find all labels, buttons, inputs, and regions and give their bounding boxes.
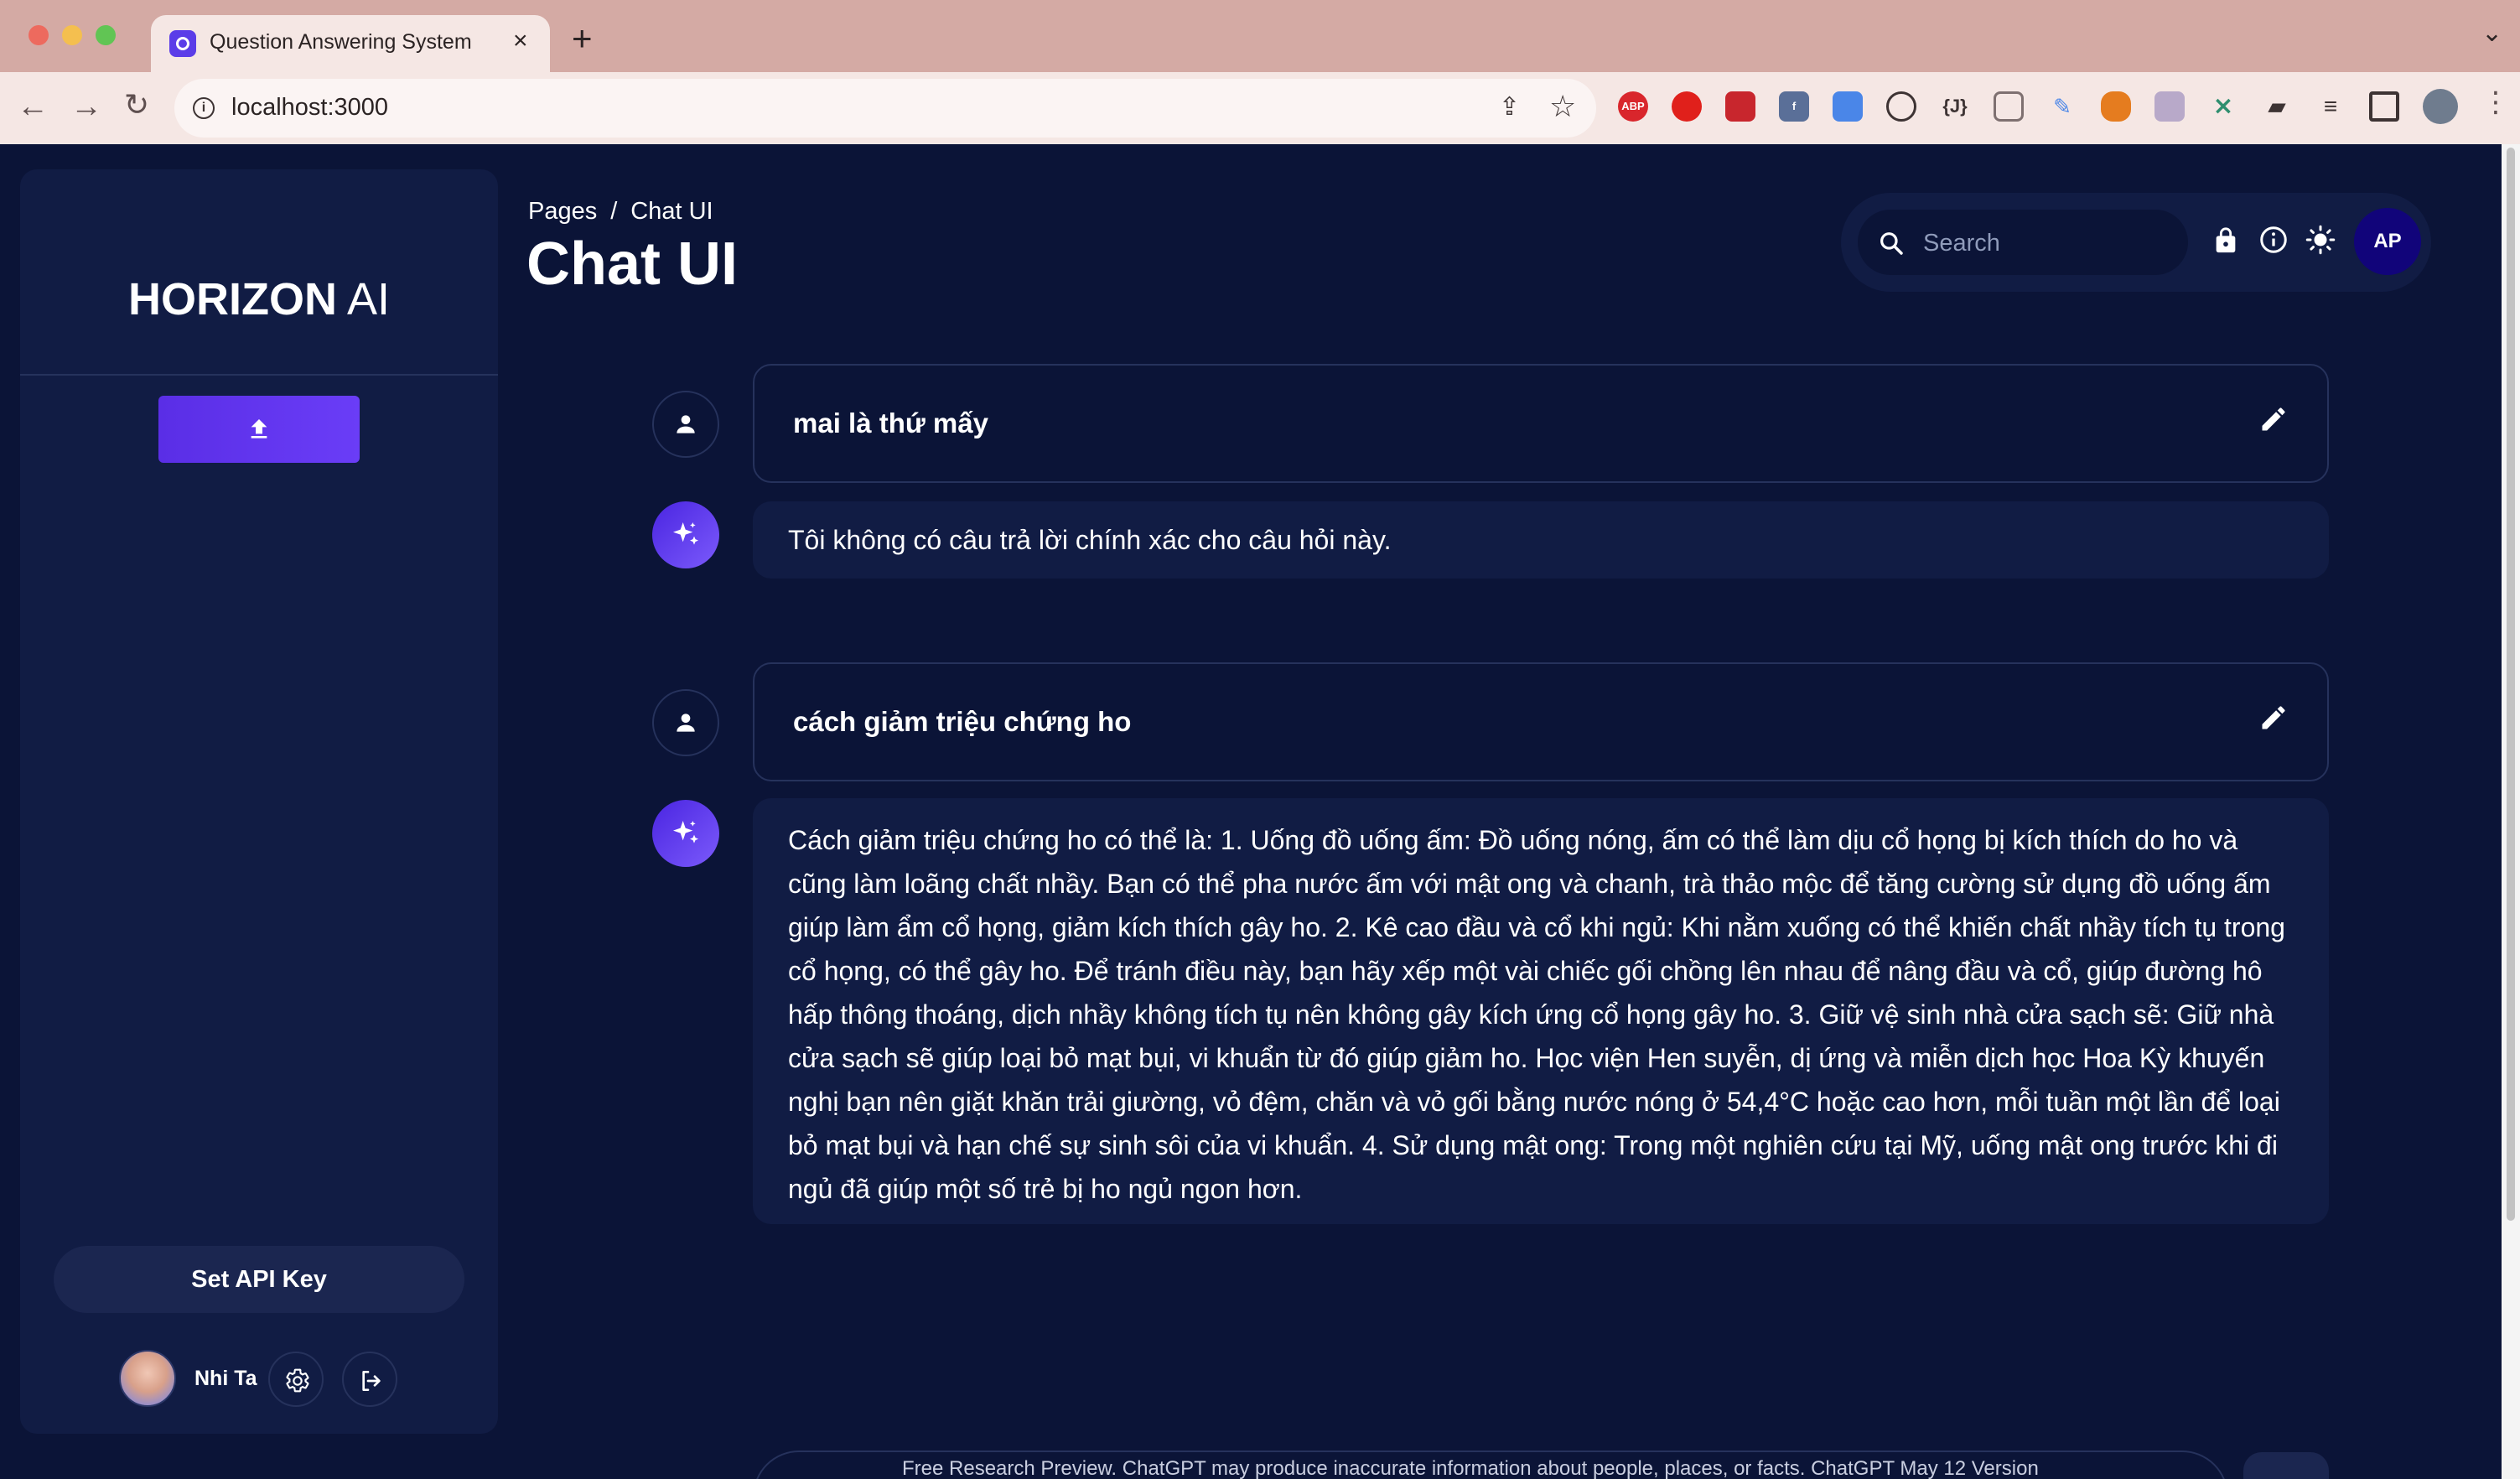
brand-name-bold: HORIZON <box>127 274 337 324</box>
scrollbar-thumb[interactable] <box>2507 148 2515 1221</box>
side-panel-icon[interactable] <box>2369 91 2399 122</box>
game-extension-icon[interactable] <box>1725 91 1755 122</box>
reload-icon[interactable]: ↻ <box>124 87 149 122</box>
upload-button[interactable] <box>158 396 360 463</box>
answer-text: Tôi không có câu trả lời chính xác cho c… <box>788 525 1392 555</box>
dev-extension-icon[interactable] <box>1886 91 1916 122</box>
question-bubble: mai là thứ mấy <box>753 364 2329 483</box>
edit-pencil-icon[interactable] <box>2258 703 2289 733</box>
sparkle-icon <box>673 821 698 843</box>
translate-extension-icon[interactable] <box>1833 91 1863 122</box>
person-icon <box>677 415 695 433</box>
user-name: Nhi Ta <box>194 1367 257 1390</box>
address-url[interactable]: localhost:3000 <box>231 94 388 122</box>
browser-toolbar: ← → ↻ i localhost:3000 ⇪ ☆ ABP f {J} ✎ ⨯… <box>0 72 2520 146</box>
search-box[interactable] <box>1858 210 2188 275</box>
facebook-extension-icon[interactable]: f <box>1779 91 1809 122</box>
browser-tab[interactable]: Question Answering System × <box>151 15 550 72</box>
new-tab-button[interactable]: + <box>572 18 593 59</box>
logout-icon <box>362 1371 381 1391</box>
code-extension-icon[interactable] <box>1994 91 2024 122</box>
address-bar[interactable]: i localhost:3000 ⇪ ☆ <box>174 79 1596 138</box>
answer-bubble: Cách giảm triệu chứng ho có thể là: 1. U… <box>753 798 2329 1224</box>
ai-message-avatar <box>652 800 719 867</box>
gear-icon <box>286 1368 309 1393</box>
search-icon <box>1880 232 1903 255</box>
brand-name-light: AI <box>347 274 391 324</box>
tab-title: Question Answering System <box>210 30 472 54</box>
upload-icon <box>251 419 267 439</box>
set-api-key-button[interactable]: Set API Key <box>54 1246 464 1313</box>
lock-icon[interactable] <box>2211 225 2240 257</box>
ublock-extension-icon[interactable] <box>1672 91 1702 122</box>
search-input[interactable] <box>1921 226 2176 260</box>
reading-list-icon[interactable]: ≡ <box>2315 91 2346 122</box>
sidebar: HORIZON AI Set API Key Nhi Ta <box>20 169 498 1434</box>
tab-favicon-icon <box>169 30 196 57</box>
edit-pencil-icon[interactable] <box>2258 404 2289 434</box>
breadcrumb-root[interactable]: Pages <box>528 198 597 225</box>
send-button[interactable] <box>2243 1452 2329 1479</box>
user-message-avatar <box>652 689 719 756</box>
sparkle-icon <box>673 522 698 545</box>
breadcrumb-current[interactable]: Chat UI <box>630 198 713 225</box>
breadcrumb: Pages / Chat UI <box>528 198 713 226</box>
tab-search-chevron-icon[interactable]: ⌄ <box>2481 18 2502 48</box>
sun-theme-icon[interactable] <box>2305 225 2336 255</box>
tab-close-icon[interactable]: × <box>513 27 528 55</box>
brand-logo: HORIZON AI <box>20 273 498 325</box>
page-title: Chat UI <box>526 231 738 298</box>
person-icon <box>677 714 695 732</box>
browser-tab-bar: Question Answering System × + ⌄ <box>0 0 2520 72</box>
sidebar-divider <box>20 374 498 376</box>
ai-message-avatar <box>652 501 719 568</box>
question-text: cách giảm triệu chứng ho <box>793 706 1132 737</box>
settings-button[interactable] <box>268 1352 324 1407</box>
extensions-puzzle-icon[interactable]: ▰ <box>2262 91 2292 122</box>
window-close-button[interactable] <box>29 25 49 45</box>
top-navbar: AP <box>1841 193 2431 292</box>
question-bubble: cách giảm triệu chứng ho <box>753 662 2329 781</box>
json-extension-icon[interactable]: {J} <box>1940 91 1970 122</box>
cross-extension-icon[interactable]: ⨯ <box>2208 91 2238 122</box>
message-composer[interactable] <box>753 1450 2228 1479</box>
browser-menu-icon[interactable]: ⋮ <box>2481 86 2510 119</box>
user-message-avatar <box>652 391 719 458</box>
profile-avatar-initials[interactable]: AP <box>2354 208 2421 275</box>
eyedropper-extension-icon[interactable]: ✎ <box>2047 91 2077 122</box>
metamask-extension-icon[interactable] <box>2101 91 2131 122</box>
user-avatar[interactable] <box>119 1350 176 1407</box>
forward-arrow-icon[interactable]: → <box>70 89 102 125</box>
answer-bubble: Tôi không có câu trả lời chính xác cho c… <box>753 501 2329 579</box>
site-info-icon[interactable]: i <box>193 97 215 119</box>
info-icon[interactable] <box>2258 225 2289 255</box>
page: HORIZON AI Set API Key Nhi Ta Pages / Chat… <box>0 144 2502 1479</box>
logout-button[interactable] <box>342 1352 397 1407</box>
profile-avatar[interactable] <box>2423 89 2458 124</box>
adblock-extension-icon[interactable]: ABP <box>1618 91 1648 122</box>
screen-extension-icon[interactable] <box>2154 91 2185 122</box>
window-minimize-button[interactable] <box>62 25 82 45</box>
bookmark-star-icon[interactable]: ☆ <box>1549 89 1576 124</box>
page-scrollbar[interactable] <box>2502 144 2520 1479</box>
question-text: mai là thứ mấy <box>793 407 988 439</box>
breadcrumb-separator: / <box>610 198 618 225</box>
window-maximize-button[interactable] <box>96 25 116 45</box>
back-arrow-icon[interactable]: ← <box>17 89 49 125</box>
share-icon[interactable]: ⇪ <box>1499 92 1520 122</box>
